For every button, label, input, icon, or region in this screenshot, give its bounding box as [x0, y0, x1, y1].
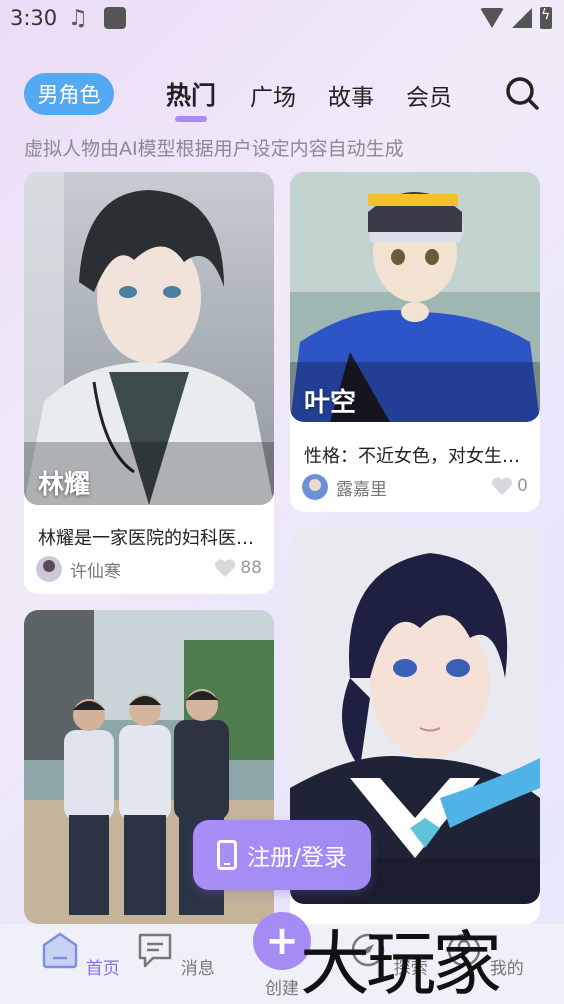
status-icons	[480, 7, 552, 29]
author-name: 露嘉里	[336, 479, 387, 500]
home-icon	[43, 932, 78, 969]
nav-messages-label: 消息	[180, 959, 215, 979]
like-button[interactable]: 0	[491, 476, 528, 496]
disclaimer-text: 虚拟人物由AI模型根据用户设定内容自动生成	[24, 138, 404, 160]
phone-icon	[217, 840, 238, 870]
music-note-icon: ♫	[68, 6, 88, 31]
heart-icon	[492, 477, 513, 495]
heart-icon	[215, 559, 236, 577]
plus-icon: +	[265, 918, 299, 964]
character-description: 性格：不近女色，对女生…	[304, 446, 520, 467]
tab-story[interactable]: 故事	[328, 78, 374, 112]
watermark: 大玩家	[300, 923, 502, 1004]
nav-home-label: 首页	[85, 959, 120, 979]
battery-icon	[540, 7, 552, 29]
nav-create-label: 创建	[265, 979, 299, 999]
character-card[interactable]: 林耀 林耀是一家医院的妇科医… 许仙寒 88	[24, 172, 274, 594]
character-card[interactable]: 叶空 性格：不近女色，对女生… 露嘉里 0	[290, 172, 540, 512]
avatar	[302, 474, 328, 500]
character-description: 林耀是一家医院的妇科医…	[38, 528, 254, 549]
top-nav: 男角色 热门 广场 故事 会员	[0, 70, 564, 122]
tab-hot[interactable]: 热门	[166, 76, 216, 112]
signal-icon	[512, 8, 532, 28]
search-icon[interactable]	[505, 76, 539, 110]
login-register-button[interactable]: 注册/登录	[193, 820, 371, 890]
card-author[interactable]: 露嘉里	[302, 474, 387, 500]
message-icon	[139, 933, 172, 968]
author-name: 许仙寒	[70, 561, 121, 582]
nav-messages[interactable]: 消息	[135, 930, 215, 979]
tab-vip[interactable]: 会员	[406, 78, 452, 112]
nav-home[interactable]: 首页	[40, 930, 120, 979]
gender-filter-button[interactable]: 男角色	[24, 73, 114, 115]
character-image	[24, 172, 274, 505]
active-tab-indicator	[175, 116, 207, 122]
like-button[interactable]: 88	[214, 558, 262, 578]
status-time: 3:30	[10, 6, 58, 30]
like-count: 88	[240, 558, 262, 578]
notification-icon	[104, 7, 126, 29]
character-name: 林耀	[38, 470, 91, 500]
tab-plaza[interactable]: 广场	[250, 78, 296, 112]
login-register-label: 注册/登录	[247, 845, 347, 871]
card-author[interactable]: 许仙寒	[36, 556, 121, 582]
like-count: 0	[517, 476, 528, 496]
status-bar: 3:30 ♫	[0, 0, 564, 40]
avatar	[36, 556, 62, 582]
wifi-icon	[480, 8, 504, 28]
character-name: 叶空	[304, 388, 357, 418]
